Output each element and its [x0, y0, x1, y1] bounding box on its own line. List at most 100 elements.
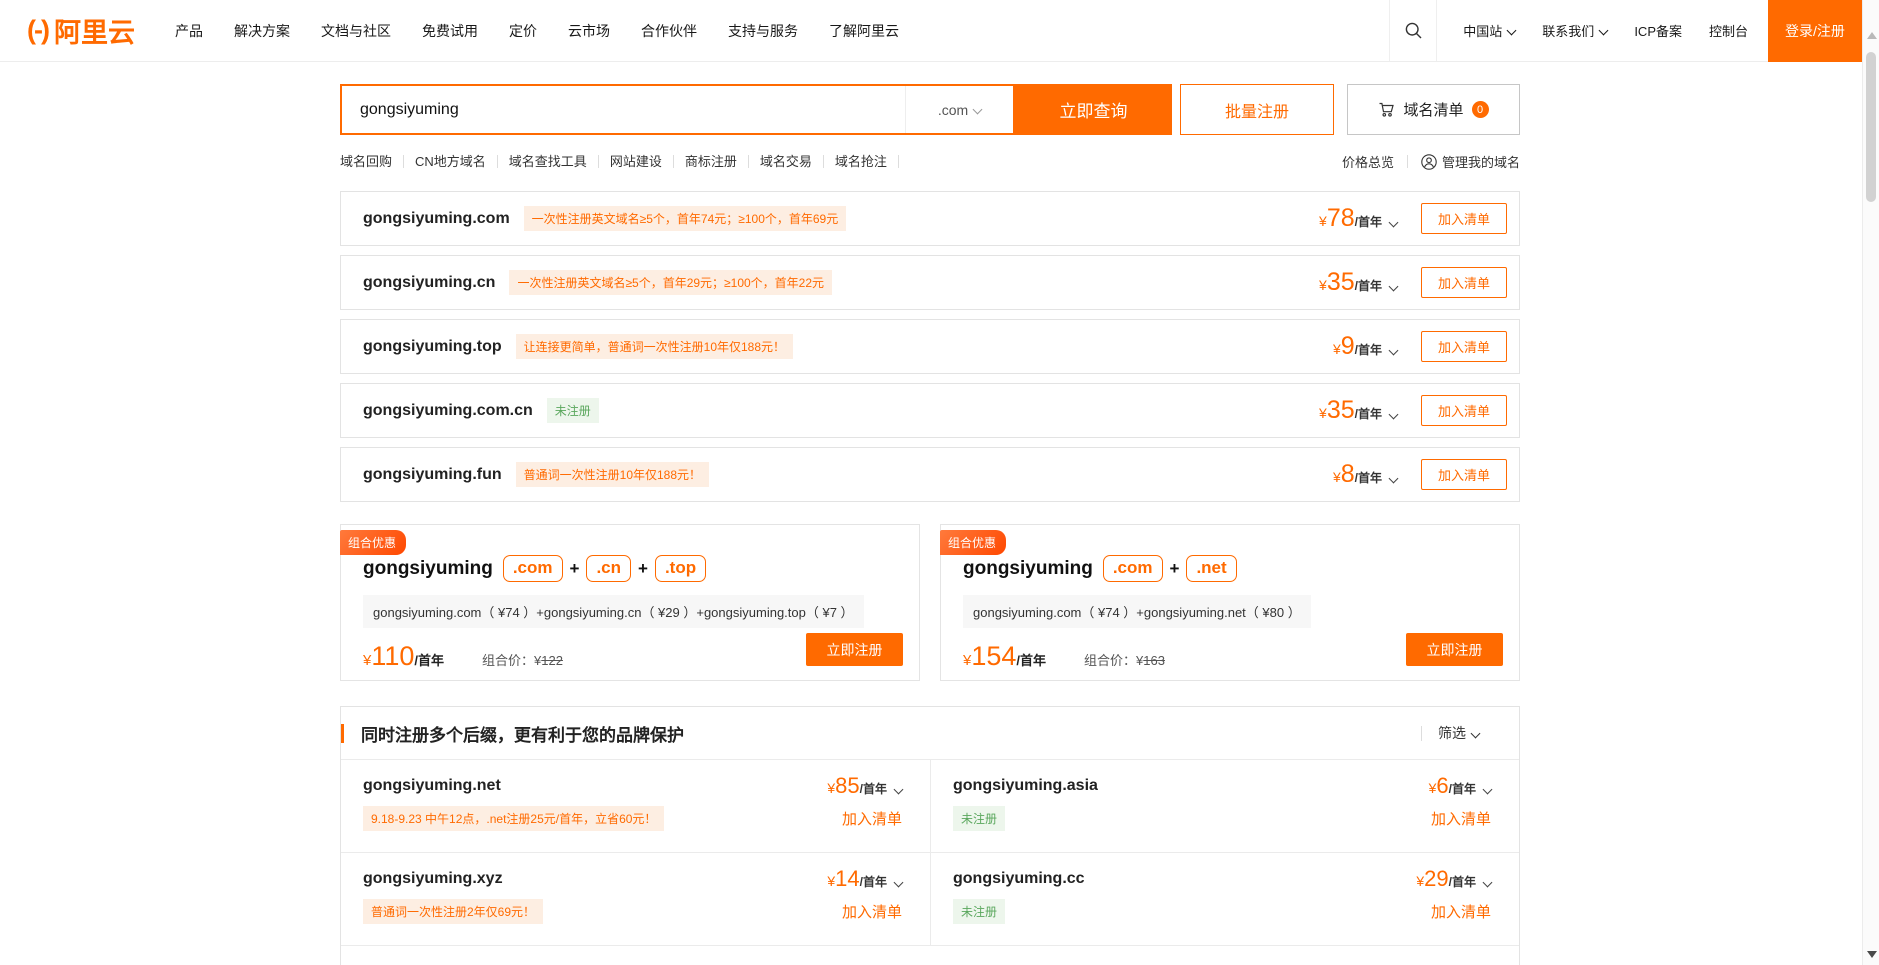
batch-register-button[interactable]: 批量注册: [1180, 84, 1334, 135]
domain-name: gongsiyuming.cc: [953, 870, 1416, 888]
nav-item-solutions[interactable]: 解决方案: [234, 21, 290, 41]
scrollbar-thumb[interactable]: [1866, 52, 1876, 202]
link-domain-buyback[interactable]: 域名回购: [340, 155, 404, 168]
link-trademark[interactable]: 商标注册: [674, 155, 749, 168]
nav-item-partners[interactable]: 合作伙伴: [641, 21, 697, 41]
price-dropdown[interactable]: ¥35/首年: [1319, 398, 1397, 423]
link-cn-regional[interactable]: CN地方域名: [404, 155, 498, 168]
add-to-list-button[interactable]: 加入清单: [1421, 203, 1507, 234]
domain-result-row: gongsiyuming.cn 一次性注册英文域名≥5个，首年29元；≥100个…: [340, 255, 1520, 310]
chevron-down-icon: [1483, 785, 1493, 795]
domain-name: gongsiyuming.top: [363, 338, 502, 356]
domain-name: gongsiyuming.asia: [953, 777, 1429, 795]
domain-search-input[interactable]: [342, 86, 905, 133]
cell-bottom: 未注册 加入清单: [953, 806, 1491, 831]
currency: ¥: [363, 652, 371, 669]
add-to-list-button[interactable]: 加入清单: [1421, 395, 1507, 426]
link-domain-trade[interactable]: 域名交易: [749, 155, 824, 168]
scrollbar[interactable]: [1862, 0, 1879, 965]
nav-item-support[interactable]: 支持与服务: [728, 21, 798, 41]
login-register-button[interactable]: 登录/注册: [1768, 0, 1862, 62]
quick-links-row: 域名回购 CN地方域名 域名查找工具 网站建设 商标注册 域名交易 域名抢注 价…: [340, 152, 1520, 171]
link-domain-tools[interactable]: 域名查找工具: [498, 155, 599, 168]
link-website-builder[interactable]: 网站建设: [599, 155, 674, 168]
cell-bottom: 9.18-9.23 中午12点，.net注册25元/首年，立省60元！ 加入清单: [363, 806, 902, 831]
nav-item-products[interactable]: 产品: [175, 21, 203, 41]
price-unit: /首年: [1355, 213, 1382, 230]
tld-chip: .com: [1103, 555, 1163, 582]
currency: ¥: [1333, 341, 1341, 357]
chevron-down-icon: [894, 785, 904, 795]
price-dropdown[interactable]: ¥35/首年: [1319, 270, 1397, 295]
cart-icon: [1378, 101, 1395, 118]
price-value: 9: [1341, 334, 1355, 359]
search-icon[interactable]: [1389, 0, 1437, 61]
brand-suggestion-cell: gongsiyuming.net ¥85/首年 9.18-9.23 中午12点，…: [341, 760, 930, 853]
domain-result-row: gongsiyuming.com 一次性注册英文域名≥5个，首年74元；≥100…: [340, 191, 1520, 246]
add-to-list-link[interactable]: 加入清单: [842, 808, 902, 829]
tld-dropdown[interactable]: .com: [905, 86, 1013, 133]
add-to-list-link[interactable]: 加入清单: [842, 901, 902, 922]
chevron-down-icon: [1389, 218, 1399, 228]
price-unit: /首年: [1355, 405, 1382, 422]
domain-name: gongsiyuming.com.cn: [363, 402, 533, 420]
add-to-list-button[interactable]: 加入清单: [1421, 331, 1507, 362]
register-now-button[interactable]: 立即注册: [1406, 633, 1503, 666]
alibaba-cloud-logo[interactable]: (-) 阿里云: [27, 11, 135, 50]
console-link[interactable]: 控制台: [1709, 21, 1748, 40]
link-domain-backorder[interactable]: 域名抢注: [824, 155, 899, 168]
nav-item-marketplace[interactable]: 云市场: [568, 21, 610, 41]
domain-result-row: gongsiyuming.com.cn 未注册 ¥35/首年 加入清单: [340, 383, 1520, 438]
add-to-list-link[interactable]: 加入清单: [1431, 901, 1491, 922]
tld-selected-value: .com: [938, 102, 968, 118]
nav-item-about[interactable]: 了解阿里云: [829, 21, 899, 41]
chevron-down-icon: [1389, 474, 1399, 484]
nav-item-docs[interactable]: 文档与社区: [321, 21, 391, 41]
price-dropdown[interactable]: ¥14/首年: [827, 868, 902, 890]
price-dropdown[interactable]: ¥9/首年: [1333, 334, 1397, 359]
domain-result-row: gongsiyuming.top 让连接更简单，普通词一次性注册10年仅188元…: [340, 319, 1520, 374]
domain-list-cart-button[interactable]: 域名清单 0: [1347, 84, 1520, 135]
brand-suggestions-grid: gongsiyuming.net ¥85/首年 9.18-9.23 中午12点，…: [341, 760, 1519, 946]
cell-bottom: 普通词一次性注册2年仅69元！ 加入清单: [363, 899, 902, 924]
plus-sign: +: [570, 559, 580, 579]
contact-us-menu[interactable]: 联系我们: [1542, 21, 1607, 40]
cart-count-badge: 0: [1472, 101, 1489, 118]
manage-my-domains-link[interactable]: 管理我的域名: [1421, 152, 1520, 171]
scroll-down-arrow-icon[interactable]: [1867, 951, 1877, 958]
add-to-list-link[interactable]: 加入清单: [1431, 808, 1491, 829]
original-price: 122: [541, 653, 563, 668]
nav-right-items: 中国站 联系我们 ICP备案 控制台: [1463, 21, 1748, 40]
price-unit: /首年: [1355, 469, 1382, 486]
price-overview-link[interactable]: 价格总览: [1342, 152, 1394, 171]
nav-item-free-trial[interactable]: 免费试用: [422, 21, 478, 41]
original-price-label: 组合价：¥: [1084, 650, 1143, 669]
combo-title: gongsiyuming .com + .net: [963, 555, 1519, 582]
price-value: 78: [1327, 206, 1355, 231]
price-dropdown[interactable]: ¥85/首年: [827, 775, 902, 797]
combo-offers: 组合优惠 gongsiyuming .com + .cn + .top gong…: [340, 524, 1520, 681]
price-dropdown[interactable]: ¥78/首年: [1319, 206, 1397, 231]
price-dropdown[interactable]: ¥8/首年: [1333, 462, 1397, 487]
query-now-button[interactable]: 立即查询: [1015, 84, 1172, 135]
register-now-button[interactable]: 立即注册: [806, 633, 903, 666]
combo-offer-card: 组合优惠 gongsiyuming .com + .net gongsiyumi…: [940, 524, 1520, 681]
price-dropdown[interactable]: ¥6/首年: [1429, 775, 1491, 797]
brand-suggestion-cell: gongsiyuming.asia ¥6/首年 未注册 加入清单: [930, 760, 1519, 853]
domain-name: gongsiyuming.cn: [363, 274, 495, 292]
domain-search-bar: .com 立即查询 批量注册 域名清单 0: [340, 84, 1520, 135]
icp-filing-link[interactable]: ICP备案: [1634, 21, 1682, 40]
region-selector[interactable]: 中国站: [1463, 21, 1515, 40]
combo-title: gongsiyuming .com + .cn + .top: [363, 555, 919, 582]
add-to-list-button[interactable]: 加入清单: [1421, 267, 1507, 298]
scroll-up-arrow-icon[interactable]: [1867, 32, 1877, 39]
filter-dropdown[interactable]: 筛选: [1438, 723, 1479, 743]
combo-domain-name: gongsiyuming: [963, 558, 1093, 580]
price-dropdown[interactable]: ¥29/首年: [1416, 868, 1491, 890]
promo-tag: 普通词一次性注册10年仅188元！: [516, 462, 709, 487]
price-unit: /首年: [1016, 650, 1046, 669]
chevron-down-icon: [1507, 26, 1517, 36]
add-to-list-button[interactable]: 加入清单: [1421, 459, 1507, 490]
nav-item-pricing[interactable]: 定价: [509, 21, 537, 41]
region-label: 中国站: [1463, 21, 1502, 40]
